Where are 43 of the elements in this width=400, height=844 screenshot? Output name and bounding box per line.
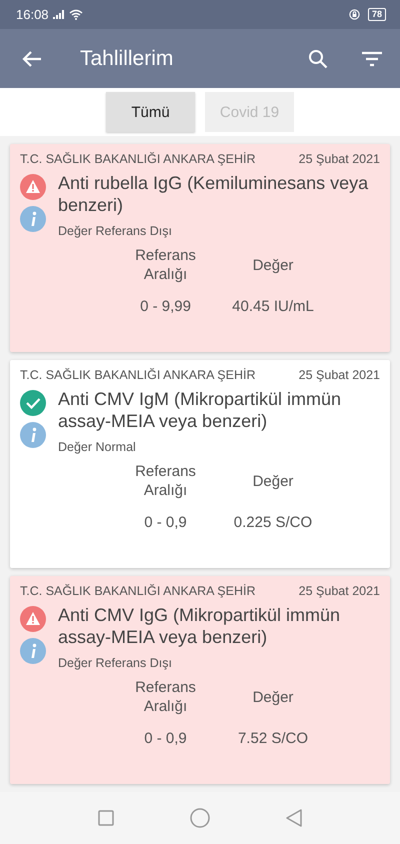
- result-card[interactable]: T.C. SAĞLIK BAKANLIĞI ANKARA ŞEHİR 25 Şubat 2021 Anti rubella IgG (Kemiluminesans veya benzeri) Değer Referans Dışı Referans Aralığı Değer 0 - 9,99 40.45 IU/mL: [10, 144, 390, 352]
- lock-rotation-icon: [348, 8, 360, 20]
- value-label: Değer: [252, 256, 294, 275]
- result-status: Değer Referans Dışı: [58, 656, 173, 670]
- hospital-name: T.C. SAĞLIK BAKANLIĞI ANKARA ŞEHİR: [20, 368, 256, 382]
- result-status: Değer Normal: [58, 440, 137, 454]
- signal-icon: [52, 10, 65, 19]
- info-icon[interactable]: [20, 422, 46, 448]
- result-value: 0.225 S/CO: [232, 514, 314, 532]
- wifi-icon: [68, 8, 83, 20]
- result-value: 40.45 IU/mL: [231, 298, 315, 316]
- reference-label: Referans Aralığı: [134, 462, 197, 500]
- hospital-name: T.C. SAĞLIK BAKANLIĞI ANKARA ŞEHİR: [20, 152, 256, 166]
- filter-tab[interactable]: Tümü: [106, 92, 195, 132]
- info-icon[interactable]: [20, 206, 46, 232]
- test-name: Anti CMV IgM (Mikropartikül immün assay-MEIA veya benzeri): [58, 388, 342, 432]
- search-icon[interactable]: [308, 48, 328, 69]
- result-card[interactable]: T.C. SAĞLIK BAKANLIĞI ANKARA ŞEHİR 25 Şubat 2021 Anti CMV IgG (Mikropartikül immün assay-MEIA veya benzeri) Değer Referans Dışı Referans Aralığı Değer 0 - 0,9 7.52 S/CO: [10, 576, 390, 784]
- status-time: 16:08: [16, 6, 49, 22]
- test-name: Anti CMV IgG (Mikropartikül immün assay-MEIA veya benzeri): [58, 604, 342, 648]
- page-title: Tahlillerim: [80, 46, 174, 71]
- info-icon[interactable]: [20, 638, 46, 664]
- result-value: 7.52 S/CO: [236, 730, 310, 748]
- result-date: 25 Şubat 2021: [298, 584, 380, 598]
- home-icon[interactable]: [190, 808, 210, 828]
- reference-range: 0 - 9,99: [139, 298, 192, 316]
- value-label: Değer: [252, 688, 294, 707]
- hospital-name: T.C. SAĞLIK BAKANLIĞI ANKARA ŞEHİR: [20, 584, 256, 598]
- reference-label: Referans Aralığı: [134, 246, 197, 284]
- test-name: Anti rubella IgG (Kemiluminesans veya benzeri): [58, 172, 370, 216]
- battery-icon: 78: [368, 8, 386, 21]
- reference-range: 0 - 0,9: [143, 514, 188, 532]
- back-arrow-icon[interactable]: [22, 50, 42, 68]
- result-date: 25 Şubat 2021: [298, 152, 380, 166]
- result-date: 25 Şubat 2021: [298, 368, 380, 382]
- back-icon[interactable]: [286, 809, 302, 828]
- result-card[interactable]: T.C. SAĞLIK BAKANLIĞI ANKARA ŞEHİR 25 Şubat 2021 Anti CMV IgM (Mikropartikül immün assay-MEIA veya benzeri) Değer Normal Referans Aralığı Değer 0 - 0,9 0.225 S/CO: [10, 360, 390, 568]
- reference-range: 0 - 0,9: [143, 730, 188, 748]
- result-status: Değer Referans Dışı: [58, 224, 173, 238]
- filter-icon[interactable]: [362, 50, 382, 67]
- value-label: Değer: [252, 472, 294, 491]
- recent-apps-icon[interactable]: [98, 810, 114, 826]
- reference-label: Referans Aralığı: [134, 678, 197, 716]
